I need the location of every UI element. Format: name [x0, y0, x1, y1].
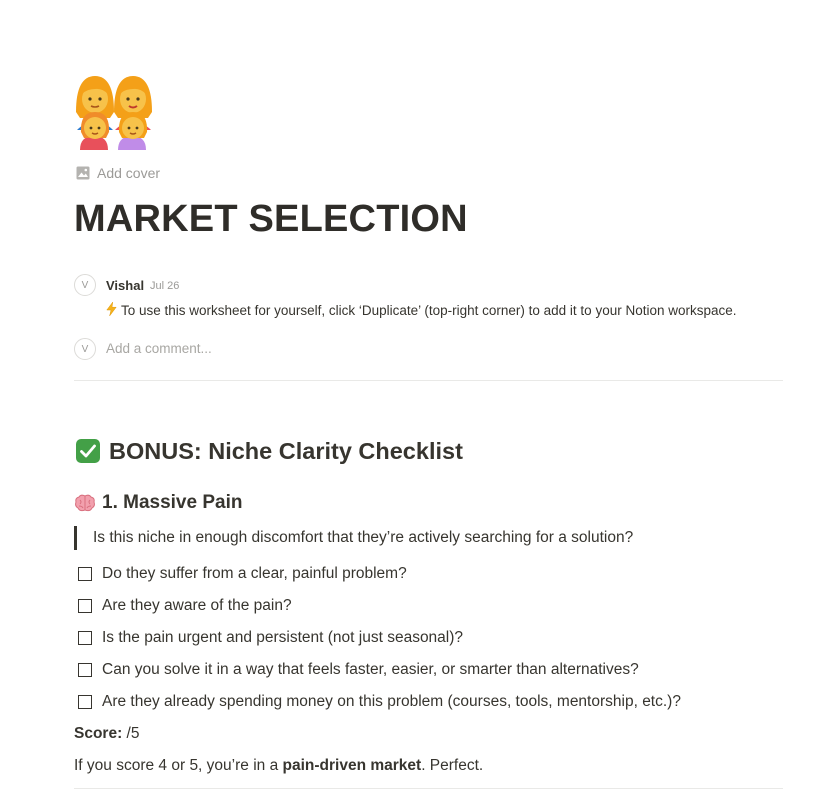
todo-label: Is the pain urgent and persistent (not j…	[102, 629, 464, 646]
brain-icon	[75, 494, 95, 512]
todo-item[interactable]: Can you solve it in a way that feels fas…	[78, 657, 639, 683]
result-prefix: If you score 4 or 5, you’re in a	[74, 757, 283, 774]
add-cover-label: Add cover	[97, 165, 161, 181]
todo-item[interactable]: Are they already spending money on this …	[78, 689, 681, 715]
result-line[interactable]: If you score 4 or 5, you’re in a pain-dr…	[74, 754, 483, 778]
page-title[interactable]: MARKET SELECTION	[74, 192, 468, 246]
todo-item[interactable]: Do they suffer from a clear, painful pro…	[78, 561, 407, 587]
result-suffix: . Perfect.	[421, 757, 484, 774]
divider	[74, 380, 783, 381]
comment-text: To use this worksheet for yourself, clic…	[121, 303, 737, 318]
score-value: /5	[122, 725, 140, 742]
subsection-heading-text: 1. Massive Pain	[102, 492, 243, 513]
image-icon	[76, 166, 90, 180]
check-mark-button-icon	[76, 439, 100, 463]
todo-label: Are they already spending money on this …	[102, 693, 681, 710]
lightning-icon	[106, 301, 117, 319]
todo-checkbox[interactable]	[78, 695, 92, 709]
section-heading[interactable]: BONUS: Niche Clarity Checklist	[74, 434, 463, 468]
todo-label: Are they aware of the pain?	[102, 597, 292, 614]
divider	[74, 788, 783, 789]
result-bold: pain-driven market	[282, 757, 422, 774]
subsection-heading[interactable]: 1. Massive Pain	[74, 490, 242, 516]
score-line[interactable]: Score: /5	[74, 722, 139, 746]
add-cover-button[interactable]: Add cover	[76, 163, 160, 183]
comment-date: Jul 26	[150, 280, 180, 292]
section-heading-text: BONUS: Niche Clarity Checklist	[109, 437, 463, 464]
new-comment-row: V Add a comment...	[74, 338, 784, 362]
family-emoji-icon[interactable]	[74, 72, 152, 150]
todo-label: Do they suffer from a clear, painful pro…	[102, 565, 407, 582]
comment-author[interactable]: Vishal	[106, 278, 144, 293]
todo-checkbox[interactable]	[78, 631, 92, 645]
avatar[interactable]: V	[74, 274, 96, 296]
todo-item[interactable]: Are they aware of the pain?	[78, 593, 292, 619]
comment-input[interactable]: Add a comment...	[106, 341, 212, 356]
comment-body: To use this worksheet for yourself, clic…	[106, 301, 737, 319]
todo-checkbox[interactable]	[78, 599, 92, 613]
todo-item[interactable]: Is the pain urgent and persistent (not j…	[78, 625, 463, 651]
todo-checkbox[interactable]	[78, 663, 92, 677]
todo-label: Can you solve it in a way that feels fas…	[102, 661, 639, 678]
avatar: V	[74, 338, 96, 360]
todo-checkbox[interactable]	[78, 567, 92, 581]
quote-block[interactable]: Is this niche in enough discomfort that …	[74, 526, 633, 550]
score-label: Score:	[74, 725, 123, 742]
